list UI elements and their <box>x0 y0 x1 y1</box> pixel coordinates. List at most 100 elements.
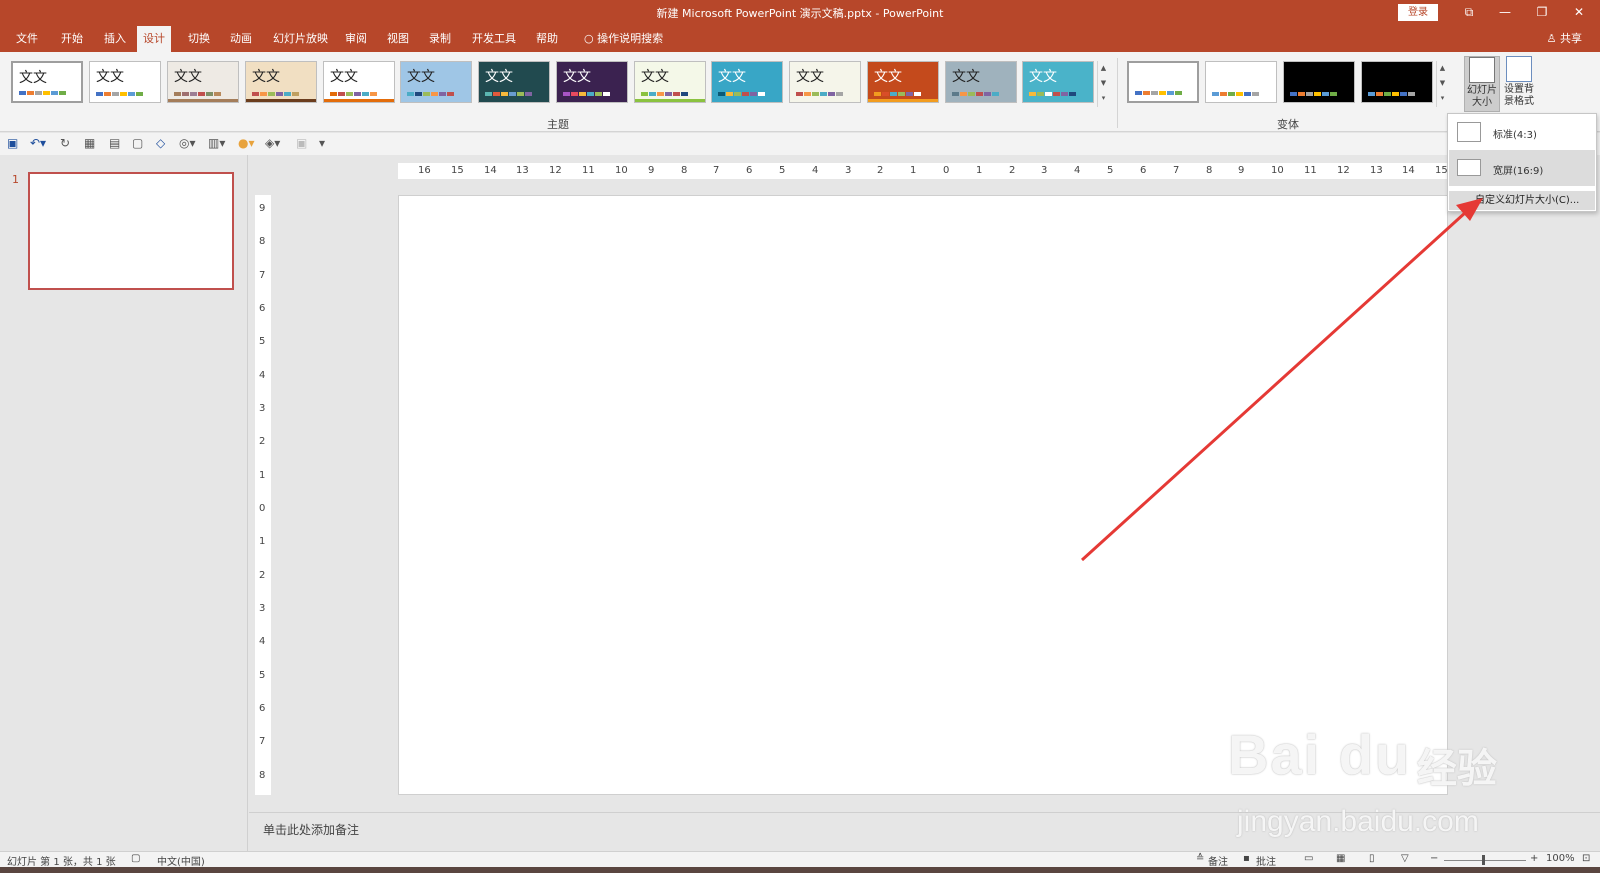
tab-help[interactable]: 帮助 <box>530 26 564 52</box>
group-icon[interactable]: ▣ <box>296 136 307 150</box>
theme-thumbnail[interactable]: 文文 <box>323 61 395 103</box>
shapes-icon[interactable]: ◇ <box>156 136 165 150</box>
scroll-up-icon[interactable]: ▲ <box>1098 61 1109 76</box>
zoom-out-icon[interactable]: − <box>1430 853 1438 864</box>
theme-thumbnail[interactable]: 文文 <box>711 61 783 103</box>
customize-qat-icon[interactable]: ▾ <box>319 136 325 150</box>
restore-button[interactable]: ❐ <box>1525 2 1559 22</box>
tab-slideshow[interactable]: 幻灯片放映 <box>267 26 334 52</box>
comments-icon[interactable]: ▪ <box>1243 853 1250 864</box>
ruler-label: 5 <box>1107 165 1114 176</box>
ruler-label: 16 <box>418 165 431 176</box>
scroll-down-icon[interactable]: ▼ <box>1098 76 1109 91</box>
scroll-up-icon[interactable]: ▲ <box>1437 61 1448 76</box>
minimize-button[interactable]: — <box>1488 2 1522 22</box>
tab-record[interactable]: 录制 <box>423 26 457 52</box>
save-icon[interactable]: ▣ <box>7 136 18 150</box>
fit-to-window-icon[interactable]: ⊡ <box>1582 853 1590 864</box>
slide-canvas[interactable] <box>398 195 1448 795</box>
tab-animations[interactable]: 动画 <box>224 26 258 52</box>
slide-sorter-icon[interactable]: ▦ <box>1336 853 1345 864</box>
theme-thumbnail[interactable]: 文文 <box>89 61 161 103</box>
theme-thumbnail[interactable]: 文文 <box>478 61 550 103</box>
slide-size-button[interactable]: 幻灯片 大小 <box>1464 56 1500 112</box>
theme-thumbnail[interactable]: 文文 <box>634 61 706 103</box>
ruler-label: 0 <box>943 165 950 176</box>
ruler-label: 1 <box>976 165 983 176</box>
new-slide-icon[interactable]: ▤ <box>109 136 120 150</box>
ruler-label: 7 <box>259 736 266 747</box>
zoom-slider[interactable] <box>1444 860 1526 861</box>
language-status[interactable]: 中文(中国) <box>157 853 205 868</box>
theme-accent-line <box>635 99 705 102</box>
theme-accent-line <box>246 99 316 102</box>
undo-icon[interactable]: ↶▾ <box>30 136 46 150</box>
reading-view-icon[interactable]: ▯ <box>1369 853 1375 864</box>
start-from-beginning-icon[interactable]: ▦ <box>84 136 95 150</box>
close-button[interactable]: ✕ <box>1562 2 1596 22</box>
variant-thumbnail[interactable] <box>1283 61 1355 103</box>
theme-thumbnail[interactable]: 文文 <box>11 61 83 103</box>
variant-color-swatches <box>1368 92 1415 96</box>
theme-thumbnail[interactable]: 文文 <box>945 61 1017 103</box>
tab-review[interactable]: 审阅 <box>339 26 373 52</box>
theme-thumbnail[interactable]: 文文 <box>245 61 317 103</box>
scroll-down-icon[interactable]: ▼ <box>1437 76 1448 91</box>
redo-icon[interactable]: ↻ <box>60 136 70 150</box>
ruler-label: 8 <box>681 165 688 176</box>
theme-thumbnail[interactable]: 文文 <box>789 61 861 103</box>
zoom-slider-thumb[interactable] <box>1482 855 1485 865</box>
theme-thumbnail[interactable]: 文文 <box>1022 61 1094 103</box>
arrange-icon[interactable]: ◎▾ <box>179 136 196 150</box>
gallery-more-icon[interactable]: ▾ <box>1437 91 1448 106</box>
theme-thumbnail[interactable]: 文文 <box>867 61 939 103</box>
custom-slide-size-option[interactable]: 自定义幻灯片大小(C)... <box>1449 191 1595 210</box>
align-icon[interactable]: ▥▾ <box>208 136 225 150</box>
ruler-label: 0 <box>259 503 266 514</box>
theme-preview-text: 文文 <box>19 70 47 86</box>
tab-file[interactable]: 文件 <box>10 26 44 52</box>
shape-fill-icon[interactable]: ●▾ <box>238 136 255 150</box>
tab-insert[interactable]: 插入 <box>98 26 132 52</box>
theme-color-swatches <box>563 92 610 96</box>
notes-toggle-icon[interactable]: ≙ <box>1196 853 1204 864</box>
theme-thumbnail[interactable]: 文文 <box>556 61 628 103</box>
tab-home[interactable]: 开始 <box>55 26 89 52</box>
theme-thumbnail[interactable]: 文文 <box>400 61 472 103</box>
ruler-label: 9 <box>648 165 655 176</box>
widescreen-16-9-option[interactable]: 宽屏(16:9) <box>1449 150 1595 186</box>
theme-color-swatches <box>485 92 532 96</box>
themes-gallery-scroll[interactable]: ▲ ▼ ▾ <box>1097 61 1109 107</box>
slide-thumbnail[interactable] <box>28 172 234 290</box>
zoom-in-icon[interactable]: + <box>1530 853 1538 864</box>
spellcheck-icon[interactable]: ▢ <box>131 853 140 864</box>
tell-me-search[interactable]: ○ 操作说明搜索 <box>578 26 669 52</box>
theme-preview-text: 文文 <box>874 69 902 85</box>
share-button[interactable]: ♙ 共享 <box>1547 26 1582 52</box>
standard-4-3-option[interactable]: 标准(4:3) <box>1449 115 1595 149</box>
normal-view-icon[interactable]: ▭ <box>1304 853 1313 864</box>
variants-gallery-scroll[interactable]: ▲ ▼ ▾ <box>1436 61 1448 107</box>
group-separator <box>1117 58 1118 128</box>
ruler-label: 6 <box>259 703 266 714</box>
ribbon-display-options-icon[interactable]: ⧉ <box>1452 2 1486 22</box>
slide-thumbnail-pane: 1 <box>0 155 248 851</box>
horizontal-ruler: 16 15 14 13 12 11 10 9 8 7 6 5 4 3 2 1 0 1 2 3 4 5 6 7 8 9 10 11 12 1… <box>398 163 1448 179</box>
tab-view[interactable]: 视图 <box>381 26 415 52</box>
gallery-more-icon[interactable]: ▾ <box>1098 91 1109 106</box>
variant-thumbnail[interactable] <box>1361 61 1433 103</box>
tab-transitions[interactable]: 切换 <box>182 26 216 52</box>
layout-icon[interactable]: ▢ <box>132 136 143 150</box>
tab-developer[interactable]: 开发工具 <box>466 26 522 52</box>
shape-effects-icon[interactable]: ◈▾ <box>265 136 280 150</box>
format-background-button[interactable]: 设置背 景格式 <box>1501 56 1537 108</box>
theme-thumbnail[interactable]: 文文 <box>167 61 239 103</box>
login-button[interactable]: 登录 <box>1398 4 1438 21</box>
notes-toggle-label[interactable]: 备注 <box>1208 853 1228 868</box>
zoom-level[interactable]: 100% <box>1546 853 1575 864</box>
comments-label[interactable]: 批注 <box>1256 853 1276 868</box>
slideshow-view-icon[interactable]: ▽ <box>1401 853 1409 864</box>
tab-design[interactable]: 设计 <box>137 26 171 52</box>
variant-thumbnail[interactable] <box>1127 61 1199 103</box>
variant-thumbnail[interactable] <box>1205 61 1277 103</box>
